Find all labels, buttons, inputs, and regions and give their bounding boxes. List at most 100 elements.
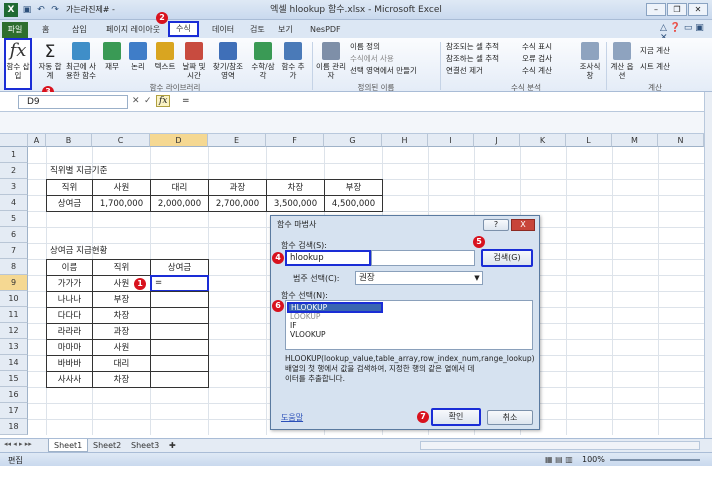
cancel-entry-icon[interactable]: ✕	[132, 96, 140, 106]
trace-dependents-button[interactable]: 참조하는 셀 추적	[446, 54, 499, 64]
row-header[interactable]: 11	[0, 307, 28, 323]
row-header[interactable]: 6	[0, 227, 28, 243]
use-in-formula-button[interactable]: 수식에서 사용	[350, 54, 394, 64]
row-header[interactable]: 2	[0, 163, 28, 179]
function-search-input-extent[interactable]	[371, 250, 475, 266]
row-header[interactable]: 15	[0, 371, 28, 387]
col-header-i[interactable]: I	[428, 134, 474, 147]
insert-function-button[interactable]: fx 함수 삽입	[4, 38, 32, 90]
table2-cell[interactable]: 다다다	[46, 307, 93, 324]
row-header[interactable]: 14	[0, 355, 28, 371]
more-functions-button[interactable]: 함수 추가	[280, 42, 306, 80]
col-header-f[interactable]: F	[266, 134, 324, 147]
tab-home[interactable]: 홈	[36, 22, 55, 38]
col-header-b[interactable]: B	[46, 134, 92, 147]
table2-cell[interactable]: 마마마	[46, 339, 93, 356]
col-header-j[interactable]: J	[474, 134, 520, 147]
watch-window-button[interactable]: 조사식 창	[578, 42, 602, 80]
row-header[interactable]: 8	[0, 259, 28, 275]
table2-cell[interactable]	[150, 371, 209, 388]
new-sheet-icon[interactable]: ✚	[164, 439, 181, 452]
tab-formulas[interactable]: 수식	[168, 21, 199, 37]
row-header[interactable]: 7	[0, 243, 28, 259]
row-header[interactable]: 10	[0, 291, 28, 307]
text-button[interactable]: 텍스트	[152, 42, 178, 71]
sheet-tab-1[interactable]: Sheet1	[48, 439, 89, 452]
table2-cell[interactable]: 가가가	[46, 275, 93, 292]
table2-cell[interactable]	[150, 323, 209, 340]
table2-cell[interactable]	[150, 355, 209, 372]
col-header-d[interactable]: D	[150, 134, 208, 147]
function-search-input[interactable]: hlookup	[285, 250, 371, 266]
row-header[interactable]: 3	[0, 179, 28, 195]
table2-cell[interactable]: 차장	[92, 371, 151, 388]
table1-header-cell[interactable]: 사원	[92, 179, 151, 196]
col-header-h[interactable]: H	[382, 134, 428, 147]
table2-cell[interactable]: 사사사	[46, 371, 93, 388]
table1-header-cell[interactable]: 차장	[266, 179, 325, 196]
table2-cell[interactable]: 사원	[92, 339, 151, 356]
calc-sheet-button[interactable]: 시트 계산	[640, 62, 670, 72]
cancel-button[interactable]: 취소	[487, 410, 533, 425]
row-header[interactable]: 5	[0, 211, 28, 227]
table2-cell[interactable]: 부장	[92, 291, 151, 308]
table1-header-cell[interactable]: 직위	[46, 179, 93, 196]
name-box[interactable]: D9	[18, 95, 128, 109]
table1-cell[interactable]: 2,700,000	[208, 195, 267, 212]
table2-cell[interactable]: 나나나	[46, 291, 93, 308]
table2-cell[interactable]: 과장	[92, 323, 151, 340]
function-search-button[interactable]: 검색(G)	[481, 249, 533, 267]
horizontal-scrollbar[interactable]	[420, 441, 700, 450]
active-cell-d9[interactable]: =	[150, 275, 209, 292]
zoom-slider[interactable]	[610, 459, 700, 461]
table2-cell[interactable]	[150, 339, 209, 356]
table2-header-cell[interactable]: 이름	[46, 259, 93, 276]
row-header[interactable]: 17	[0, 403, 28, 419]
col-header-l[interactable]: L	[566, 134, 612, 147]
dialog-close-button[interactable]: X	[511, 219, 535, 231]
sheet-tab-3[interactable]: Sheet3	[126, 439, 164, 452]
row-header[interactable]: 1	[0, 147, 28, 163]
view-buttons-icon[interactable]: ▦ ▤ ▥	[545, 455, 573, 464]
autosum-button[interactable]: Σ 자동 합계	[38, 42, 62, 80]
error-check-button[interactable]: 오류 검사	[522, 54, 552, 64]
col-header-n[interactable]: N	[658, 134, 704, 147]
define-name-button[interactable]: 이름 정의	[350, 42, 380, 52]
show-formulas-button[interactable]: 수식 표시	[522, 42, 552, 52]
dialog-help-button[interactable]: ?	[483, 219, 509, 231]
remove-arrows-button[interactable]: 연결선 제거	[446, 66, 483, 76]
create-from-selection-button[interactable]: 선택 영역에서 만들기	[350, 66, 417, 76]
table1-cell[interactable]: 2,000,000	[150, 195, 209, 212]
insert-function-fx-icon[interactable]: fx	[156, 95, 171, 107]
function-item-vlookup[interactable]: VLOOKUP	[290, 330, 326, 339]
table2-cell[interactable]	[150, 307, 209, 324]
restore-button[interactable]: ❐	[667, 3, 687, 16]
help-link[interactable]: 도움말	[281, 412, 303, 423]
vertical-scrollbar[interactable]	[704, 92, 712, 438]
table1-cell[interactable]: 상여금	[46, 195, 93, 212]
table1-header-cell[interactable]: 과장	[208, 179, 267, 196]
table1-cell[interactable]: 4,500,000	[324, 195, 383, 212]
row-header[interactable]: 18	[0, 419, 28, 435]
math-button[interactable]: 수학/삼각	[248, 42, 278, 80]
function-item-if[interactable]: IF	[290, 321, 297, 330]
sheet-nav-arrows-icon[interactable]: ◂◂ ◂ ▸ ▸▸	[4, 440, 32, 448]
calc-now-button[interactable]: 지금 계산	[640, 46, 670, 56]
logical-button[interactable]: 논리	[126, 42, 150, 71]
datetime-button[interactable]: 날짜 및 시간	[180, 42, 208, 80]
row-header[interactable]: 16	[0, 387, 28, 403]
col-header-k[interactable]: K	[520, 134, 566, 147]
col-header-c[interactable]: C	[92, 134, 150, 147]
table2-cell[interactable]: 바바바	[46, 355, 93, 372]
function-list[interactable]: HLOOKUP LOOKUP IF VLOOKUP	[285, 300, 533, 350]
name-manager-button[interactable]: 이름 관리자	[316, 42, 346, 80]
tab-nespdf[interactable]: NesPDF	[304, 22, 347, 38]
tab-review[interactable]: 검토	[244, 22, 271, 38]
table2-cell[interactable]: 차장	[92, 307, 151, 324]
select-all-corner[interactable]	[0, 134, 28, 147]
category-select[interactable]: 권장	[355, 271, 483, 285]
row-header[interactable]: 12	[0, 323, 28, 339]
tab-page-layout[interactable]: 페이지 레이아웃	[100, 22, 166, 38]
recent-functions-button[interactable]: 최근에 사용한 함수	[64, 42, 98, 80]
table2-header-cell[interactable]: 직위	[92, 259, 151, 276]
